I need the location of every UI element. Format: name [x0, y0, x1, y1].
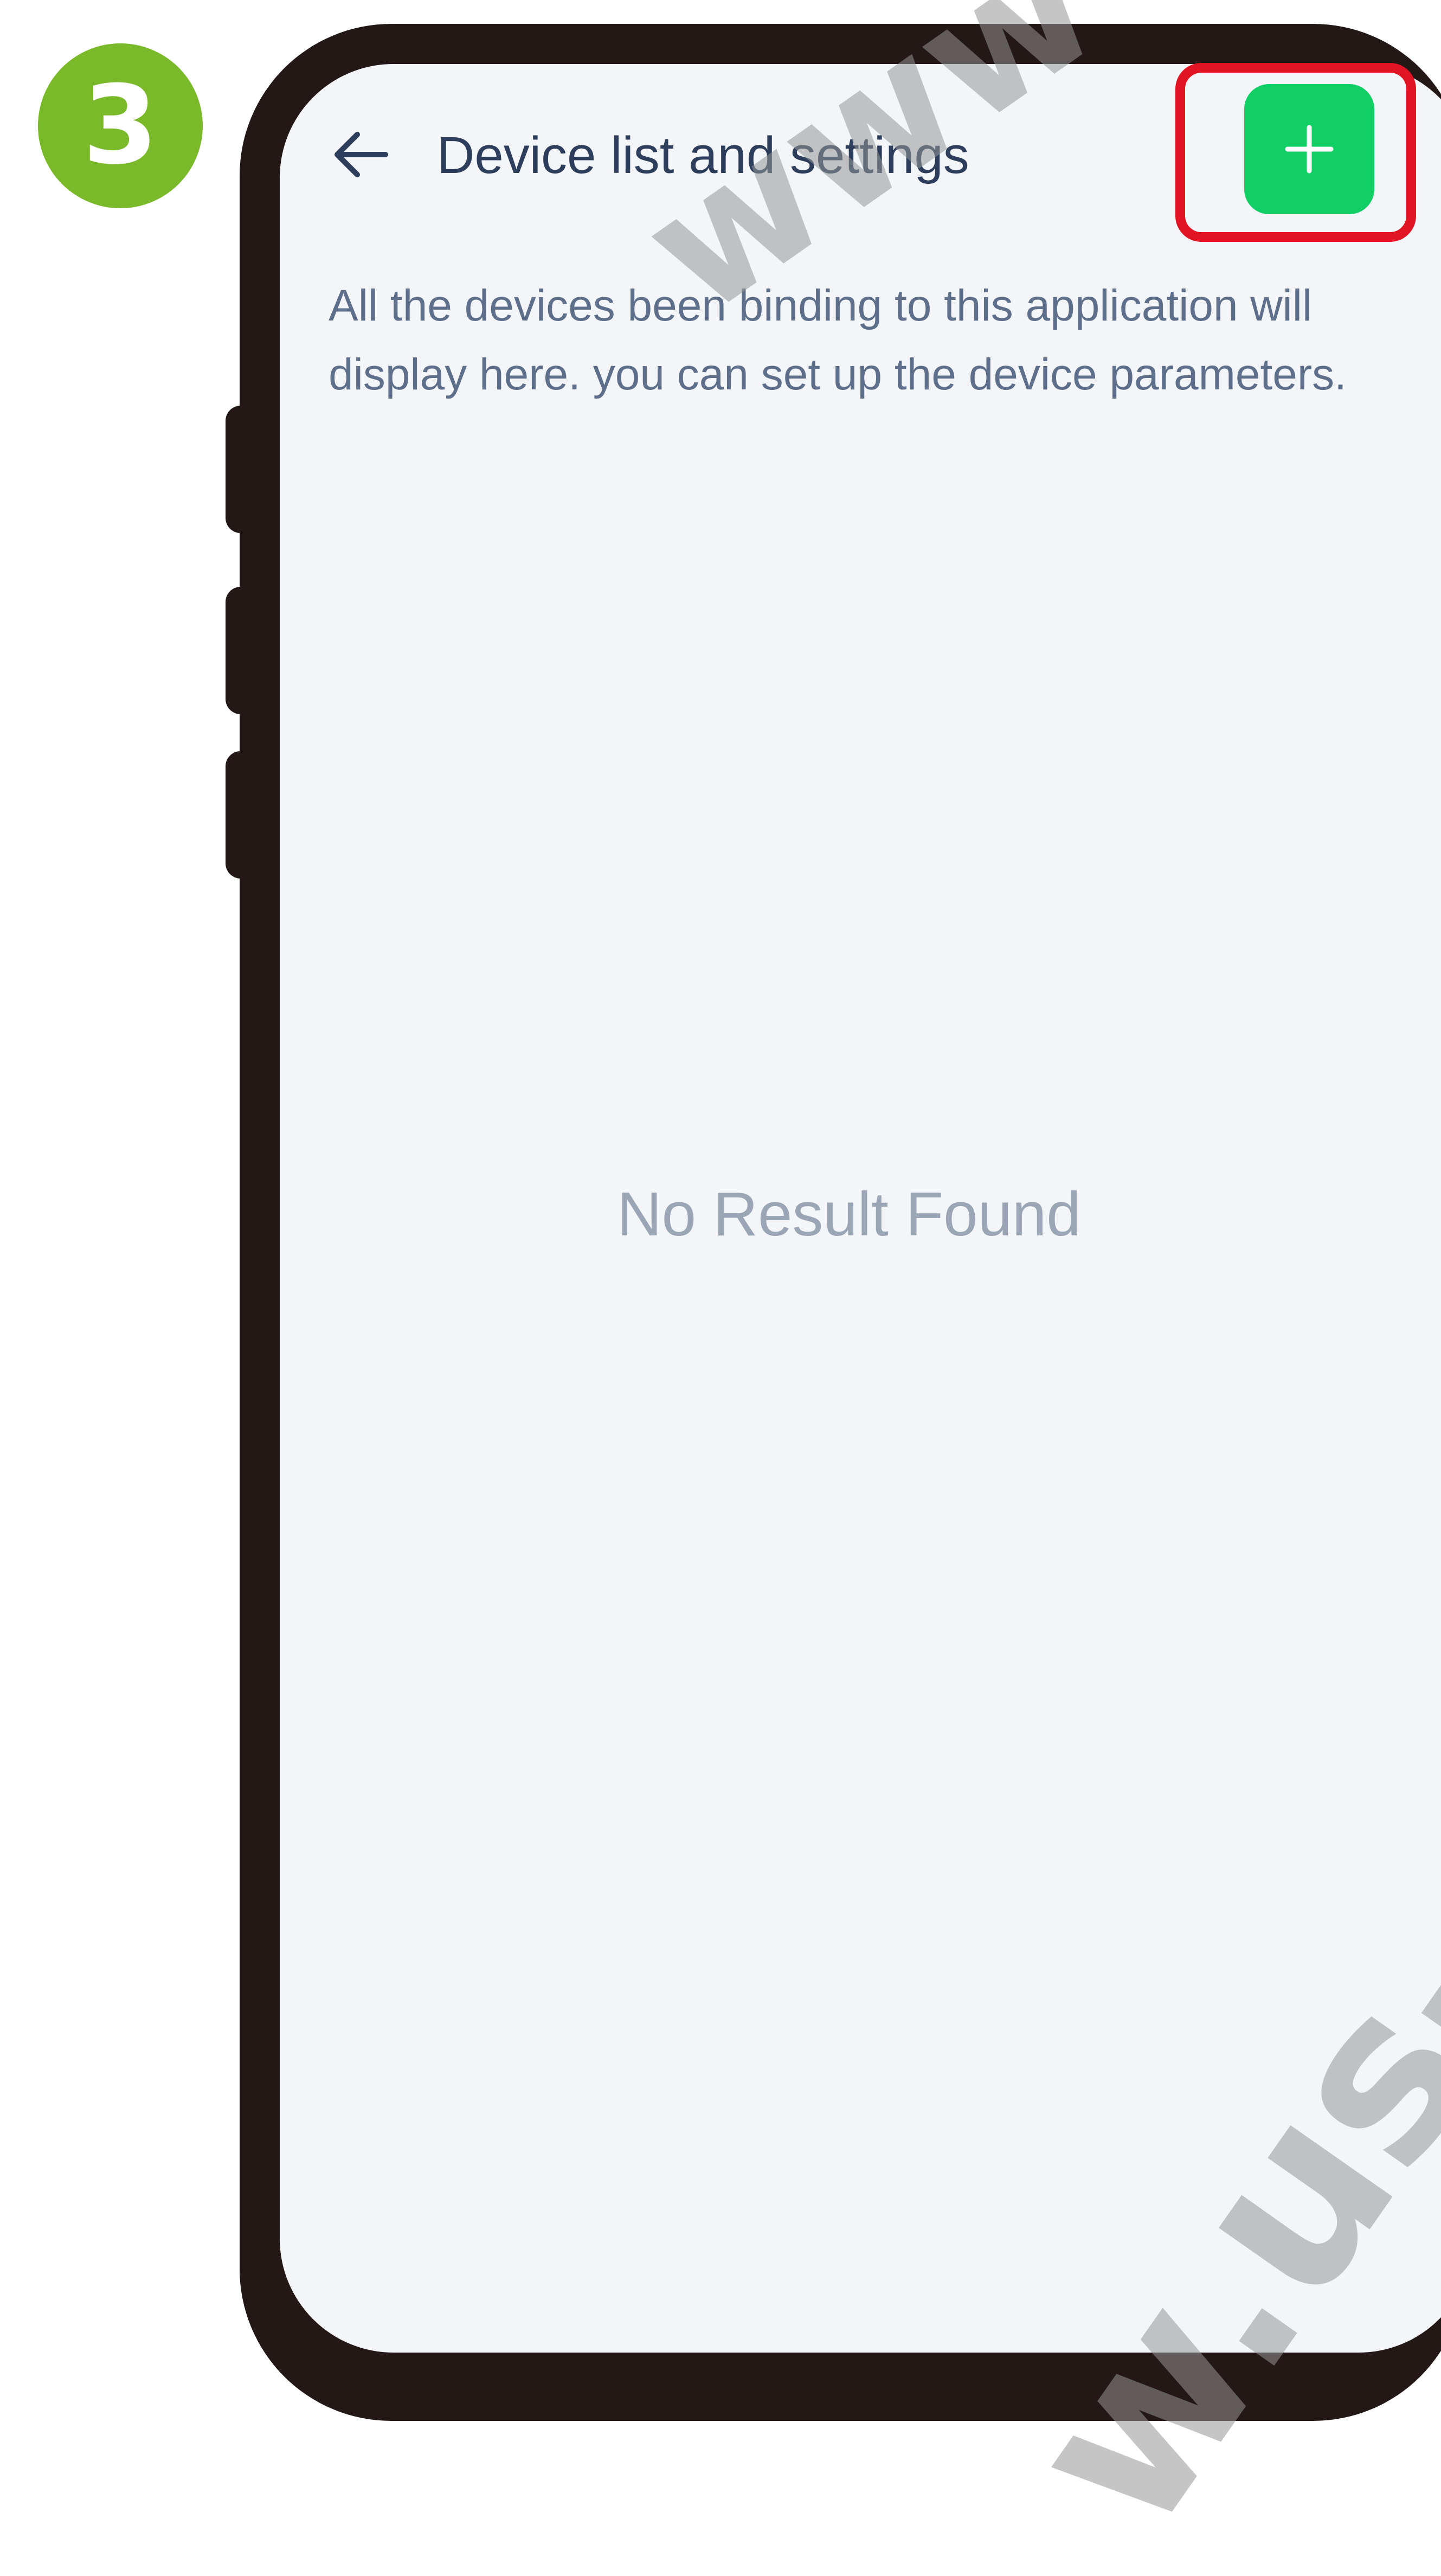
page-title: Device list and settings — [437, 126, 969, 184]
empty-state-message: No Result Found — [617, 1180, 1081, 1249]
plus-icon — [1285, 125, 1334, 174]
step-number-badge: 3 — [38, 43, 203, 208]
add-device-button[interactable] — [1244, 84, 1374, 214]
back-button[interactable] — [325, 119, 396, 190]
step-number: 3 — [82, 62, 158, 189]
arrow-left-icon — [334, 132, 388, 177]
page-description: All the devices been binding to this app… — [329, 281, 1347, 399]
